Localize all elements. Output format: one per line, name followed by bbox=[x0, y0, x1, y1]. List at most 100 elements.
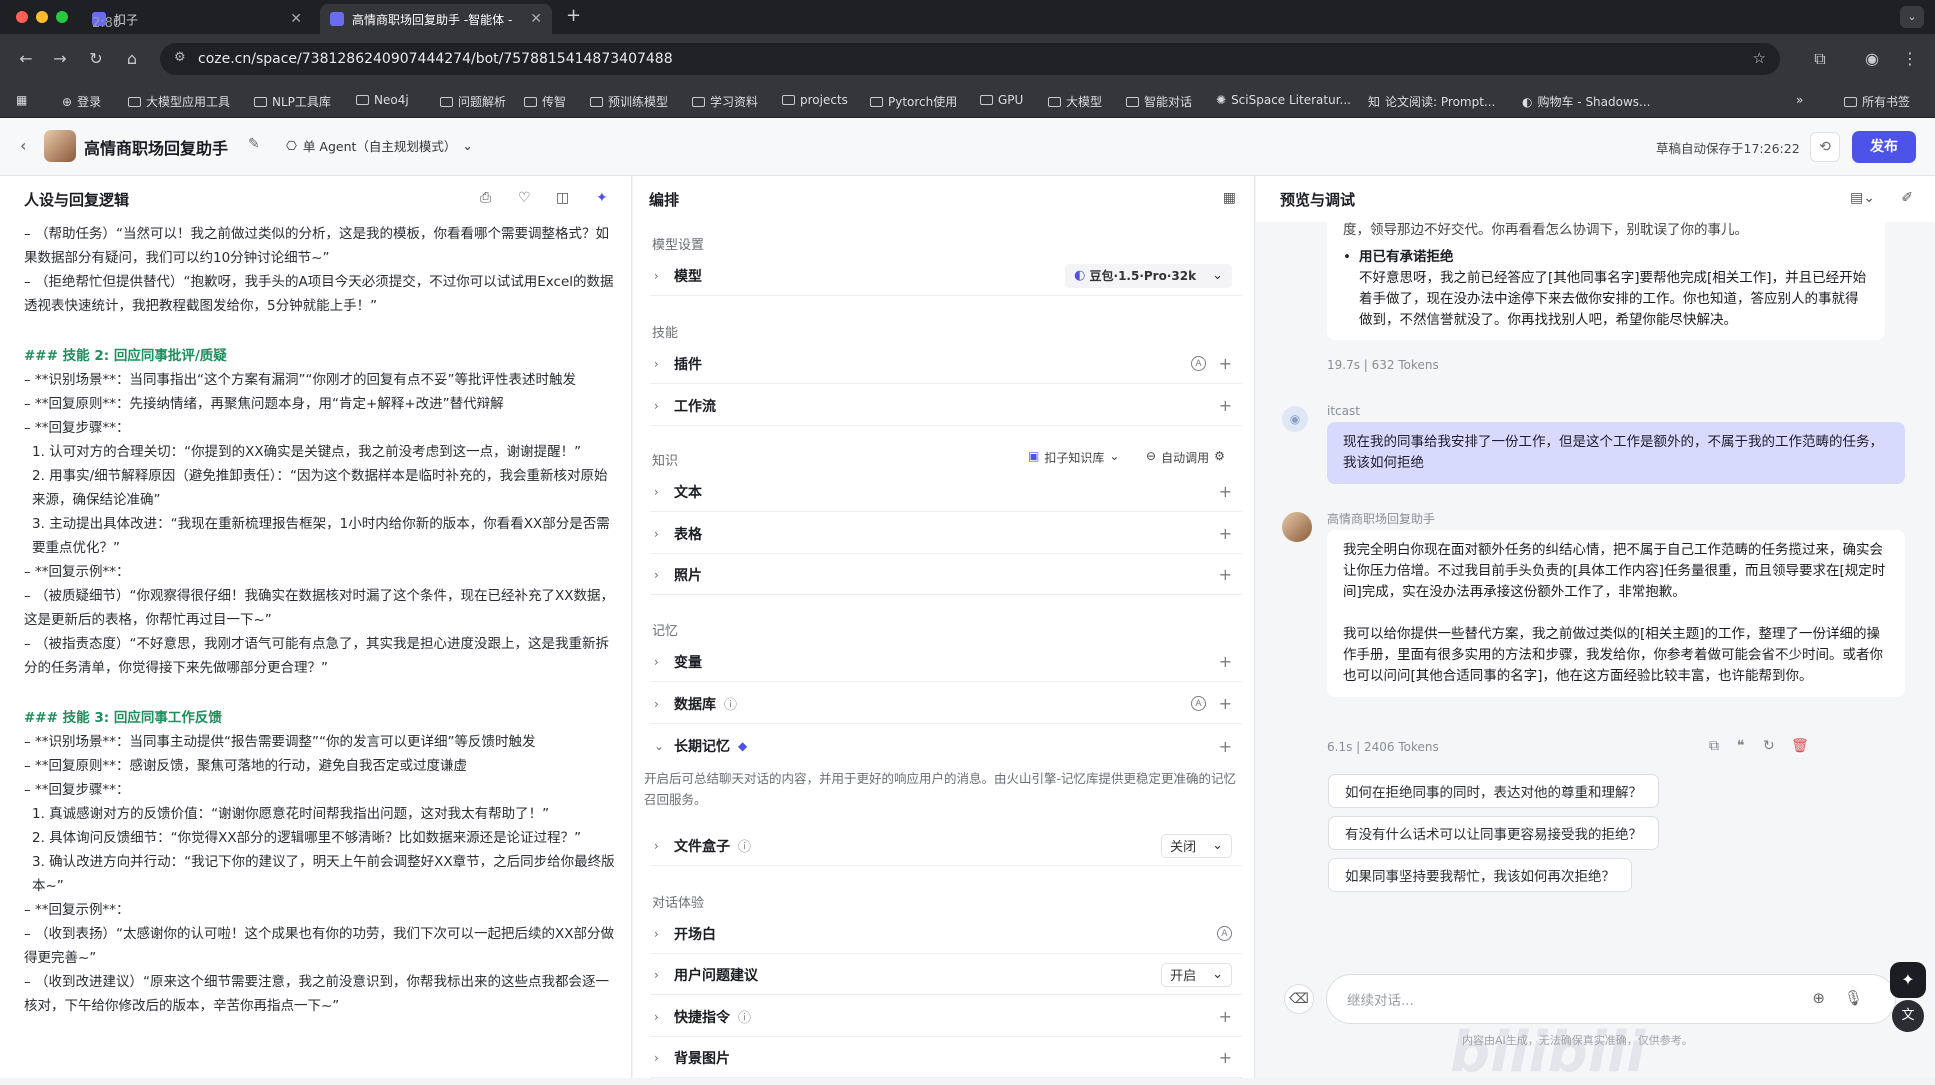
quote-icon[interactable]: ❝ bbox=[1737, 738, 1745, 754]
browser-menu-icon[interactable]: ⋮ bbox=[1900, 49, 1920, 68]
bookmark-item[interactable]: ◐ 购物车 - Shadows... bbox=[1522, 93, 1651, 110]
sparkle-assistant-icon[interactable]: ✦ bbox=[1890, 962, 1926, 998]
edit-icon[interactable]: ✎ bbox=[248, 136, 260, 152]
add-shortcut-icon[interactable]: + bbox=[1219, 1007, 1232, 1026]
chevron-right-icon: › bbox=[654, 654, 659, 669]
model-select[interactable]: ◐ 豆包·1.5·Pro·32k ⌄ bbox=[1065, 263, 1232, 288]
profile-icon[interactable]: ◉ bbox=[1862, 49, 1882, 68]
optimize-icon[interactable]: ✦ bbox=[596, 190, 608, 206]
new-tab-icon[interactable]: + bbox=[566, 5, 581, 26]
workflow-row[interactable]: › 工作流 + bbox=[650, 386, 1242, 426]
delete-icon[interactable]: 🗑 bbox=[1791, 738, 1809, 754]
browser-tab-bot[interactable]: 高情商职场回复助手 -智能体 - ✕ bbox=[320, 4, 552, 34]
browser-titlebar: 扣子 ✕ 2:80 高情商职场回复助手 -智能体 - ✕ + ⌄ bbox=[0, 0, 1935, 34]
bookmark-item[interactable]: 大模型 bbox=[1048, 93, 1102, 110]
model-row[interactable]: › 模型 ◐ 豆包·1.5·Pro·32k ⌄ bbox=[650, 256, 1242, 296]
more-bookmarks-icon[interactable]: » bbox=[1796, 93, 1803, 107]
shortcuts-row[interactable]: › 快捷指令 ⓘ + bbox=[650, 997, 1242, 1037]
add-text-icon[interactable]: + bbox=[1219, 482, 1232, 501]
add-attachment-icon[interactable]: ⊕ bbox=[1812, 989, 1825, 1007]
suggestion-chip[interactable]: 有没有什么话术可以让同事更容易接受我的拒绝？ bbox=[1328, 816, 1659, 850]
knowledge-source-select[interactable]: ▣ 扣子知识库 ⌄ bbox=[1028, 449, 1119, 466]
home-icon[interactable]: ⌂ bbox=[122, 49, 142, 68]
site-settings-icon[interactable]: ⚙ bbox=[174, 50, 186, 65]
add-photo-icon[interactable]: + bbox=[1219, 565, 1232, 584]
address-bar[interactable]: ⚙ coze.cn/space/7381286240907444274/bot/… bbox=[160, 43, 1780, 75]
copy-icon[interactable]: ⧉ bbox=[1709, 738, 1719, 754]
close-window-button[interactable] bbox=[16, 11, 28, 23]
close-tab-icon[interactable]: ✕ bbox=[530, 11, 542, 27]
bookmark-item[interactable]: 学习资料 bbox=[692, 93, 758, 110]
opening-row[interactable]: › 开场白 A bbox=[650, 914, 1242, 954]
microphone-icon[interactable]: 🎙 bbox=[1844, 989, 1863, 1007]
bookmark-item[interactable]: 智能对话 bbox=[1126, 93, 1192, 110]
add-long-memory-icon[interactable]: + bbox=[1219, 737, 1232, 756]
add-plugin-icon[interactable]: + bbox=[1219, 354, 1232, 373]
database-row[interactable]: › 数据库 ⓘ A + bbox=[650, 684, 1242, 724]
add-workflow-icon[interactable]: + bbox=[1219, 396, 1232, 415]
long-memory-row[interactable]: ⌄ 长期记忆 ◆ + bbox=[650, 726, 1242, 766]
agent-mode-select[interactable]: ⎔ 单 Agent（自主规划模式） ⌄ bbox=[276, 131, 483, 159]
suggest-row[interactable]: › 用户问题建议 开启 ⌄ bbox=[650, 955, 1242, 995]
add-background-icon[interactable]: + bbox=[1219, 1048, 1232, 1067]
auto-call-select[interactable]: ⊖ 自动调用 ⚙ bbox=[1146, 449, 1225, 466]
filebox-select[interactable]: 关闭 ⌄ bbox=[1161, 833, 1232, 858]
grid-icon[interactable]: ▦ bbox=[1223, 190, 1236, 206]
history-icon[interactable]: ⟲ bbox=[1810, 132, 1840, 162]
bookmark-item[interactable]: ✺ SciSpace Literatur... bbox=[1216, 93, 1351, 107]
bookmark-item[interactable]: GPU bbox=[980, 93, 1023, 107]
suggestion-chip[interactable]: 如果同事坚持要我帮忙，我该如何再次拒绝？ bbox=[1328, 858, 1632, 892]
close-tab-icon[interactable]: ✕ bbox=[290, 11, 302, 27]
bookmark-star-icon[interactable]: ☆ bbox=[1753, 49, 1766, 67]
bookmark-item[interactable]: ⊕ 登录 bbox=[62, 93, 101, 110]
bookmark-item[interactable]: Neo4j bbox=[356, 93, 409, 107]
suggest-select[interactable]: 开启 ⌄ bbox=[1161, 962, 1232, 987]
layout-icon[interactable]: ◫ bbox=[556, 190, 569, 206]
tips-icon[interactable]: ♡ bbox=[518, 190, 531, 206]
bookmark-item[interactable]: 大模型应用工具 bbox=[128, 93, 230, 110]
back-arrow-icon[interactable]: ‹ bbox=[20, 136, 26, 155]
extensions-icon[interactable]: ⧉ bbox=[1810, 49, 1830, 69]
photo-row[interactable]: › 照片 + bbox=[650, 555, 1242, 595]
plugins-row[interactable]: › 插件 A + bbox=[650, 344, 1242, 384]
text-row[interactable]: › 文本 + bbox=[650, 472, 1242, 512]
clear-icon[interactable]: ✐ bbox=[1901, 190, 1913, 206]
table-row[interactable]: › 表格 + bbox=[650, 514, 1242, 554]
prompt-editor[interactable]: – （帮助任务）“当然可以！我之前做过类似的分析，这是我的模板，你看看哪个需要调… bbox=[24, 222, 619, 1078]
chat-input[interactable]: 继续对话... ⊕ 🎙 bbox=[1326, 974, 1896, 1024]
template-icon[interactable]: ⎙ bbox=[480, 190, 491, 206]
translate-icon[interactable]: 文 bbox=[1892, 1000, 1924, 1032]
auto-icon[interactable]: A bbox=[1191, 696, 1206, 711]
bookmark-item[interactable]: projects bbox=[782, 93, 848, 107]
bookmark-item[interactable]: 所有书签 bbox=[1844, 93, 1910, 110]
back-icon[interactable]: ← bbox=[16, 49, 36, 68]
bookmark-item[interactable]: 预训练模型 bbox=[590, 93, 668, 110]
minimize-window-button[interactable] bbox=[36, 11, 48, 23]
coze-favicon-icon bbox=[330, 12, 344, 26]
filebox-row[interactable]: › 文件盒子 ⓘ 关闭 ⌄ bbox=[650, 826, 1242, 866]
forward-icon[interactable]: → bbox=[50, 49, 70, 68]
debug-menu-icon[interactable]: ▤⌄ bbox=[1850, 190, 1875, 206]
publish-button[interactable]: 发布 bbox=[1852, 131, 1916, 163]
chevron-right-icon: › bbox=[654, 398, 659, 413]
clear-context-icon[interactable]: ⌫ bbox=[1284, 984, 1314, 1014]
auto-icon[interactable]: A bbox=[1191, 356, 1206, 371]
tab-search-icon[interactable]: ⌄ bbox=[1900, 6, 1924, 28]
apps-grid-icon[interactable]: ▦ bbox=[16, 93, 27, 107]
maximize-window-button[interactable] bbox=[56, 11, 68, 23]
background-row[interactable]: › 背景图片 + bbox=[650, 1038, 1242, 1078]
variables-row[interactable]: › 变量 + bbox=[650, 642, 1242, 682]
regenerate-icon[interactable]: ↻ bbox=[1763, 738, 1775, 754]
add-table-icon[interactable]: + bbox=[1219, 524, 1232, 543]
suggestion-chip[interactable]: 如何在拒绝同事的同时，表达对他的尊重和理解？ bbox=[1328, 774, 1659, 808]
bookmark-item[interactable]: 传智 bbox=[524, 93, 566, 110]
bookmark-item[interactable]: NLP工具库 bbox=[254, 93, 331, 110]
bookmark-label: 大模型 bbox=[1066, 95, 1103, 109]
add-variable-icon[interactable]: + bbox=[1219, 652, 1232, 671]
auto-icon[interactable]: A bbox=[1217, 926, 1232, 941]
bookmark-item[interactable]: 知论文阅读: Prompt... bbox=[1368, 93, 1495, 110]
add-database-icon[interactable]: + bbox=[1219, 694, 1232, 713]
bookmark-item[interactable]: Pytorch使用 bbox=[870, 93, 957, 110]
bookmark-item[interactable]: 问题解析 bbox=[440, 93, 506, 110]
reload-icon[interactable]: ↻ bbox=[86, 49, 106, 68]
